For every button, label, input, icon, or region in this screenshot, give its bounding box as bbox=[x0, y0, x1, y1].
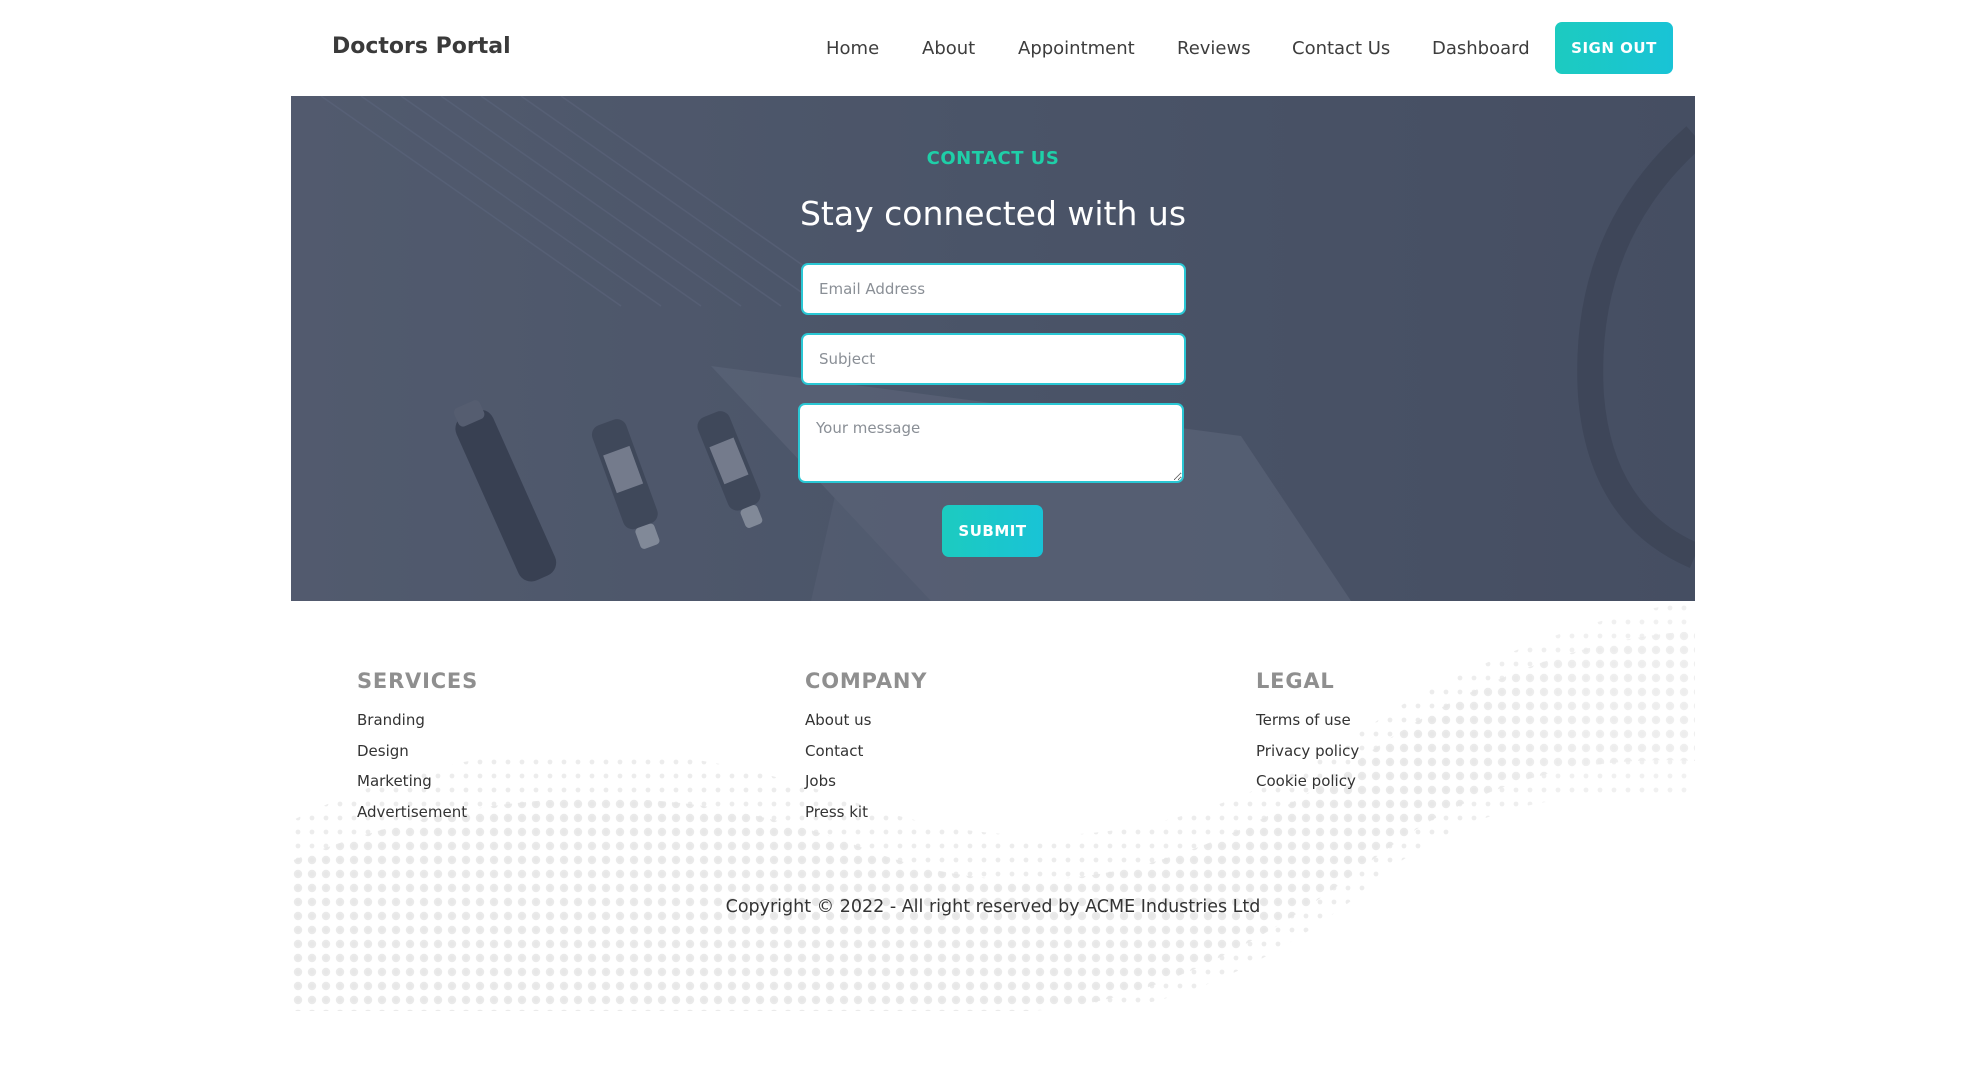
message-field[interactable] bbox=[798, 403, 1184, 483]
nav-link-contact-us[interactable]: Contact Us bbox=[1292, 38, 1390, 59]
nav-link-dashboard[interactable]: Dashboard bbox=[1432, 38, 1530, 59]
footer-legal-list: Terms of use Privacy policy Cookie polic… bbox=[1256, 711, 1359, 803]
footer-link-branding[interactable]: Branding bbox=[357, 711, 478, 742]
footer-link-terms-of-use[interactable]: Terms of use bbox=[1256, 711, 1359, 742]
nav-links: Home About Appointment Reviews Contact U… bbox=[0, 38, 1980, 62]
footer-link-privacy-policy[interactable]: Privacy policy bbox=[1256, 742, 1359, 773]
footer-services-column: SERVICES Branding Design Marketing Adver… bbox=[357, 669, 478, 833]
footer-link-contact[interactable]: Contact bbox=[805, 742, 927, 773]
contact-heading: Stay connected with us bbox=[799, 194, 1187, 233]
footer-services-list: Branding Design Marketing Advertisement bbox=[357, 711, 478, 833]
nav-link-reviews[interactable]: Reviews bbox=[1177, 38, 1251, 59]
footer-services-title: SERVICES bbox=[357, 669, 478, 693]
footer-link-design[interactable]: Design bbox=[357, 742, 478, 773]
nav-link-appointment[interactable]: Appointment bbox=[1018, 38, 1135, 59]
email-field[interactable] bbox=[801, 263, 1186, 315]
footer: SERVICES Branding Design Marketing Adver… bbox=[291, 601, 1695, 1011]
footer-link-cookie-policy[interactable]: Cookie policy bbox=[1256, 772, 1359, 803]
footer-link-marketing[interactable]: Marketing bbox=[357, 772, 478, 803]
contact-eyebrow: CONTACT US bbox=[926, 148, 1060, 169]
submit-button[interactable]: SUBMIT bbox=[942, 505, 1043, 557]
footer-company-title: COMPANY bbox=[805, 669, 928, 693]
contact-content: CONTACT US Stay connected with us SUBMIT bbox=[291, 96, 1695, 601]
footer-dot-pattern bbox=[291, 601, 1695, 1011]
sign-out-button[interactable]: SIGN OUT bbox=[1555, 22, 1673, 74]
footer-legal-title: LEGAL bbox=[1256, 669, 1335, 693]
footer-link-press-kit[interactable]: Press kit bbox=[805, 803, 927, 834]
footer-company-list: About us Contact Jobs Press kit bbox=[805, 711, 927, 833]
navbar: Doctors Portal Home About Appointment Re… bbox=[0, 0, 1980, 96]
footer-link-advertisement[interactable]: Advertisement bbox=[357, 803, 478, 834]
footer-link-jobs[interactable]: Jobs bbox=[805, 772, 927, 803]
copyright-text: Copyright © 2022 - All right reserved by… bbox=[725, 897, 1261, 917]
footer-legal-column: LEGAL Terms of use Privacy policy Cookie… bbox=[1256, 669, 1359, 803]
subject-field[interactable] bbox=[801, 333, 1186, 385]
footer-link-about-us[interactable]: About us bbox=[805, 711, 927, 742]
nav-link-about[interactable]: About bbox=[922, 38, 975, 59]
footer-company-column: COMPANY About us Contact Jobs Press kit bbox=[805, 669, 927, 833]
contact-section: CONTACT US Stay connected with us SUBMIT bbox=[291, 96, 1695, 601]
nav-link-home[interactable]: Home bbox=[826, 38, 879, 59]
